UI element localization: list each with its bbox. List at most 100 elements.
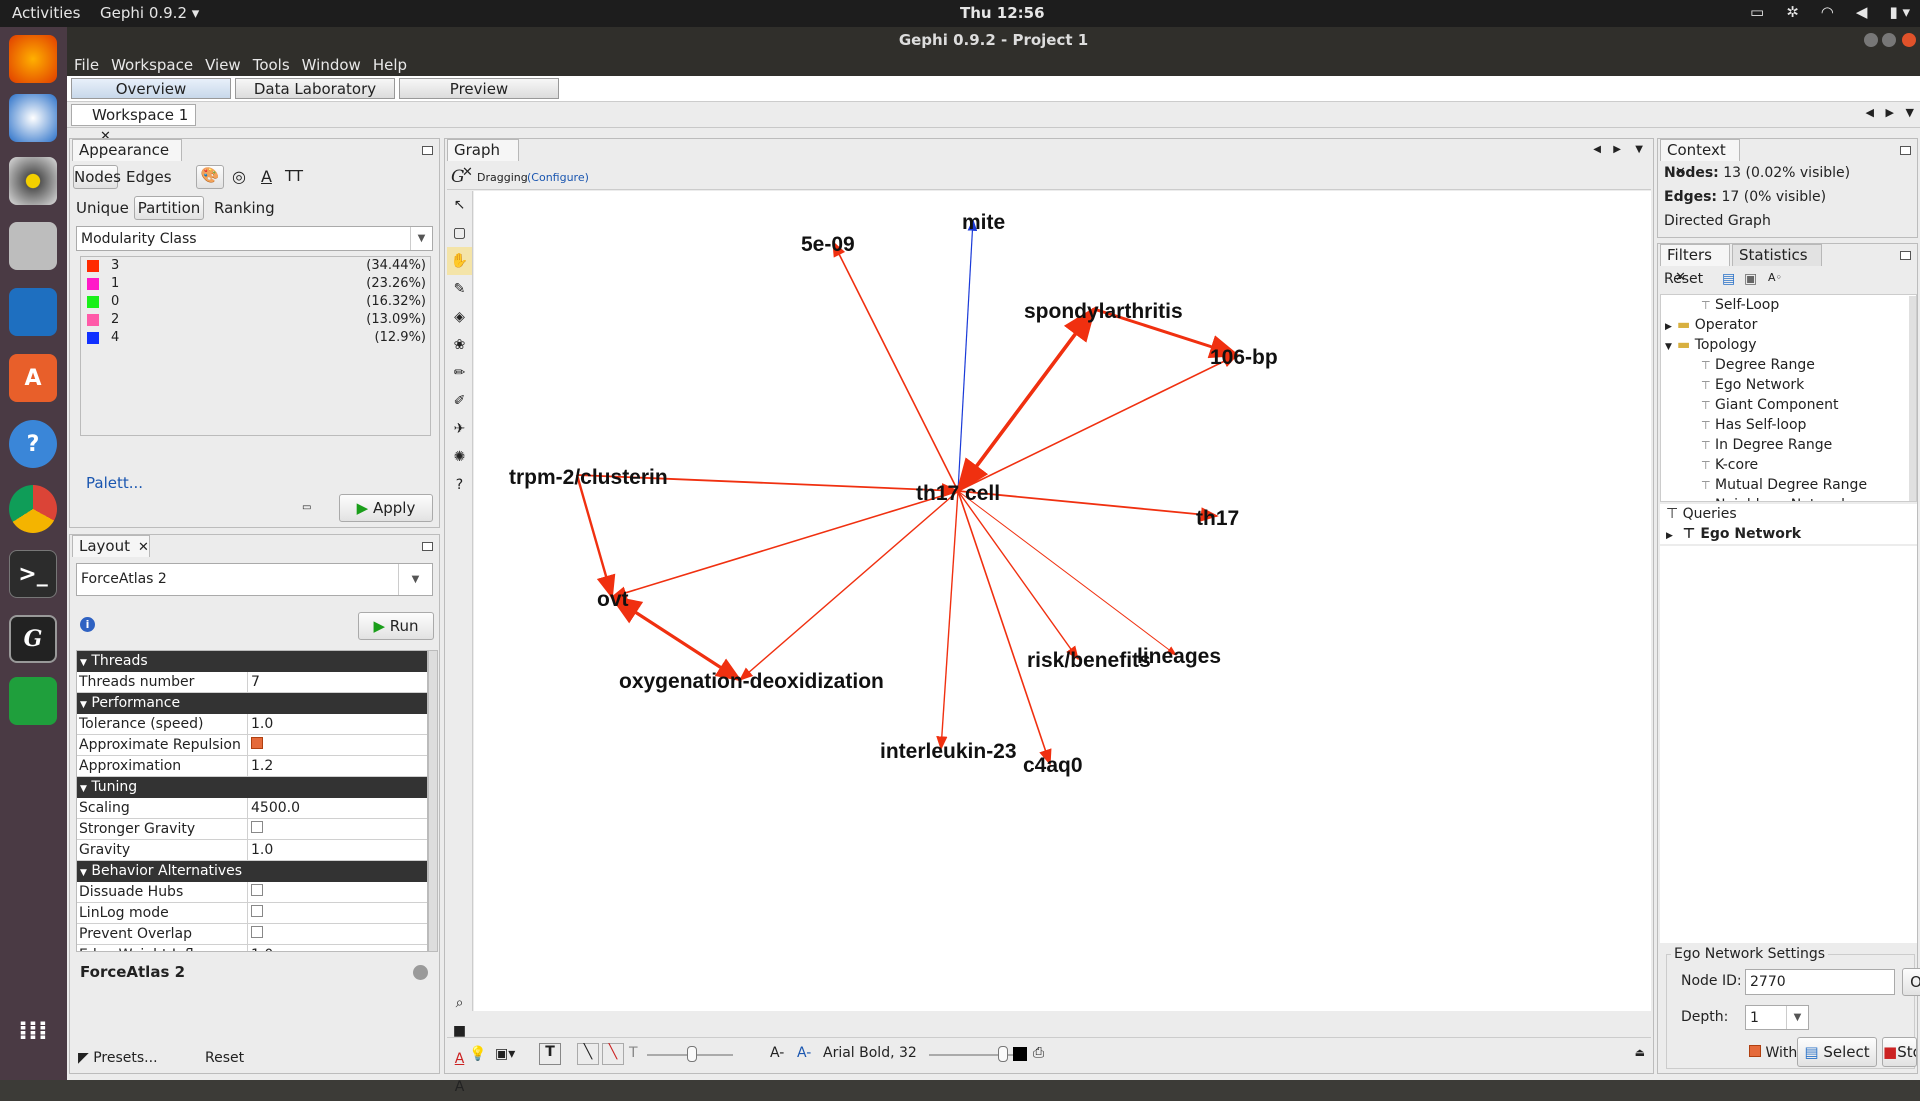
partition-color-swatch[interactable] [87,314,99,326]
filter-tree-item[interactable]: ⊤ Ego Network [1661,375,1916,395]
property-checkbox[interactable] [251,821,263,833]
unique-tab[interactable]: Unique [76,199,129,217]
context-tab[interactable]: Context✕ [1660,139,1740,180]
filter-tree-item[interactable]: ⊤ Self-Loop [1661,295,1916,315]
color-palette-icon[interactable]: 🎨 [196,165,224,189]
help-icon[interactable]: ? [9,420,57,468]
property-value[interactable]: 1.2 [251,758,273,774]
info-icon[interactable]: i [80,617,95,632]
minimize-panel-icon[interactable] [422,542,433,551]
statistics-tab[interactable]: Statistics [1732,244,1822,266]
label-size-icon[interactable]: TT [285,167,303,185]
pencil-icon[interactable]: ✏ [447,359,472,387]
property-row[interactable]: Edge Weight Influence 1.0 [77,945,427,951]
property-row[interactable]: Gravity 1.0 [77,840,427,861]
reset-filters-button[interactable]: Reset [1664,271,1703,287]
node-label[interactable]: spondylarthritis [1024,300,1183,323]
battery-icon[interactable]: ▮ ▾ [1889,3,1910,21]
edge-color-icon[interactable]: ╲ [602,1043,624,1065]
expand-icon[interactable]: ▼ [1665,337,1677,357]
property-checkbox[interactable] [251,737,263,749]
property-group-header[interactable]: ▼ Threads [77,651,427,672]
expand-toolbar-icon[interactable]: ⏏ [1635,1046,1645,1059]
close-icon[interactable]: ✕ [138,537,149,558]
node-label[interactable]: th17 cell [916,482,1000,505]
shortest-path-icon[interactable]: ✈ [447,415,472,443]
activities-button[interactable]: Activities [12,4,80,22]
run-button[interactable]: ▶ Run [358,612,434,640]
node-label[interactable]: mite [962,211,1005,234]
pointer-tool-icon[interactable]: ↖ [447,191,472,219]
partition-tab[interactable]: Partition [134,196,204,220]
show-applications-icon[interactable]: ⁞⁞⁞ [9,1007,57,1055]
graph-edge[interactable] [611,595,743,682]
property-row[interactable]: Scaling 4500.0 [77,798,427,819]
display-icon[interactable]: ▭ [1750,3,1764,21]
node-label[interactable]: 106-bp [1210,346,1278,369]
queries-root[interactable]: ⊤ Queries [1666,504,1737,524]
partition-item[interactable]: 2 (13.09%) [81,311,430,329]
node-label[interactable]: oxygenation-deoxidization [619,670,884,693]
partition-item[interactable]: 3 (34.44%) [81,257,430,275]
light-bulb-icon[interactable]: 💡 [469,1046,486,1062]
screenshot-icon[interactable]: ▣▾ [495,1046,515,1062]
menu-tools[interactable]: Tools [250,54,293,76]
filter-tree-item[interactable]: ▼ ▬ Topology [1661,335,1916,355]
show-labels-icon[interactable]: T [539,1043,561,1065]
apply-button[interactable]: ▶ Apply [339,494,433,522]
partition-color-swatch[interactable] [87,278,99,290]
terminal-icon[interactable]: >_ [9,550,57,598]
filters-tab[interactable]: Filters✕ [1660,244,1730,285]
graph-edge[interactable] [957,490,1079,661]
property-row[interactable]: Tolerance (speed) 1.0 [77,714,427,735]
property-row[interactable]: Approximate Repulsion [77,735,427,756]
firefox-icon[interactable] [9,35,57,83]
property-group-header[interactable]: ▼ Performance [77,693,427,714]
label-color-icon[interactable]: A [261,167,272,186]
expand-icon[interactable]: ▶ [1665,317,1677,337]
partition-item[interactable]: 4 (12.9%) [81,329,430,347]
property-row[interactable]: Threads number 7 [77,672,427,693]
chevron-down-icon[interactable]: ▼ [1906,106,1914,119]
edges-subtab[interactable]: Edges [126,168,172,186]
configure-link[interactable]: (Configure) [527,171,589,184]
property-value[interactable]: 4500.0 [251,800,300,816]
edit-icon[interactable]: ? [447,471,472,499]
libreoffice-calc-icon[interactable] [9,677,57,725]
node-label[interactable]: lineages [1137,645,1221,668]
menu-workspace[interactable]: Workspace [108,54,196,76]
reset-layout-button[interactable]: Reset [205,1050,244,1066]
graph-edge[interactable] [957,490,1052,766]
tab-data-laboratory[interactable]: Data Laboratory [235,78,395,99]
libreoffice-writer-icon[interactable] [9,288,57,336]
menu-view[interactable]: View [202,54,244,76]
graph-edge[interactable] [957,354,1239,492]
appearance-tab[interactable]: Appearance✕ [72,139,182,180]
filter-tree-item[interactable]: ⊤ Giant Component [1661,395,1916,415]
minimize-button[interactable] [1864,33,1878,47]
property-checkbox[interactable] [251,884,263,896]
rhythmbox-icon[interactable] [9,157,57,205]
node-label[interactable]: ovt [597,588,629,611]
property-value[interactable]: 7 [251,674,260,690]
minimize-panel-icon[interactable] [1900,251,1911,260]
size-icon[interactable]: ◎ [232,167,246,186]
workspace-tab[interactable]: Workspace 1✕ [71,104,196,144]
chrome-icon[interactable] [9,485,57,533]
tab-preview[interactable]: Preview [399,78,559,99]
scroll-left-icon[interactable]: ◀ [1593,144,1601,155]
edge-label-icon[interactable]: T [629,1045,638,1061]
auto-refresh-icon[interactable]: A◦ [1768,271,1782,284]
network-graph[interactable]: mite 5e-09 spondylarthritis 106-bp trpm-2/cl… [474,191,1651,1011]
brush-icon[interactable]: ❀ [447,331,472,359]
scroll-right-icon[interactable]: ▶ [1886,106,1894,119]
ok-button[interactable]: OK [1902,968,1920,996]
heat-map-icon[interactable]: ✺ [447,443,472,471]
close-window-button[interactable] [1902,33,1916,47]
filter-tree-item[interactable]: ⊤ Degree Range [1661,355,1916,375]
filter-tree-item[interactable]: ⊤ Neighbors Network [1661,495,1916,501]
property-value[interactable]: 1.0 [251,842,273,858]
query-item-ego-network[interactable]: ▶ ⊤ Ego Network [1666,524,1801,546]
sizer-icon[interactable]: ◈ [447,303,472,331]
node-label[interactable]: interleukin-23 [880,740,1017,763]
